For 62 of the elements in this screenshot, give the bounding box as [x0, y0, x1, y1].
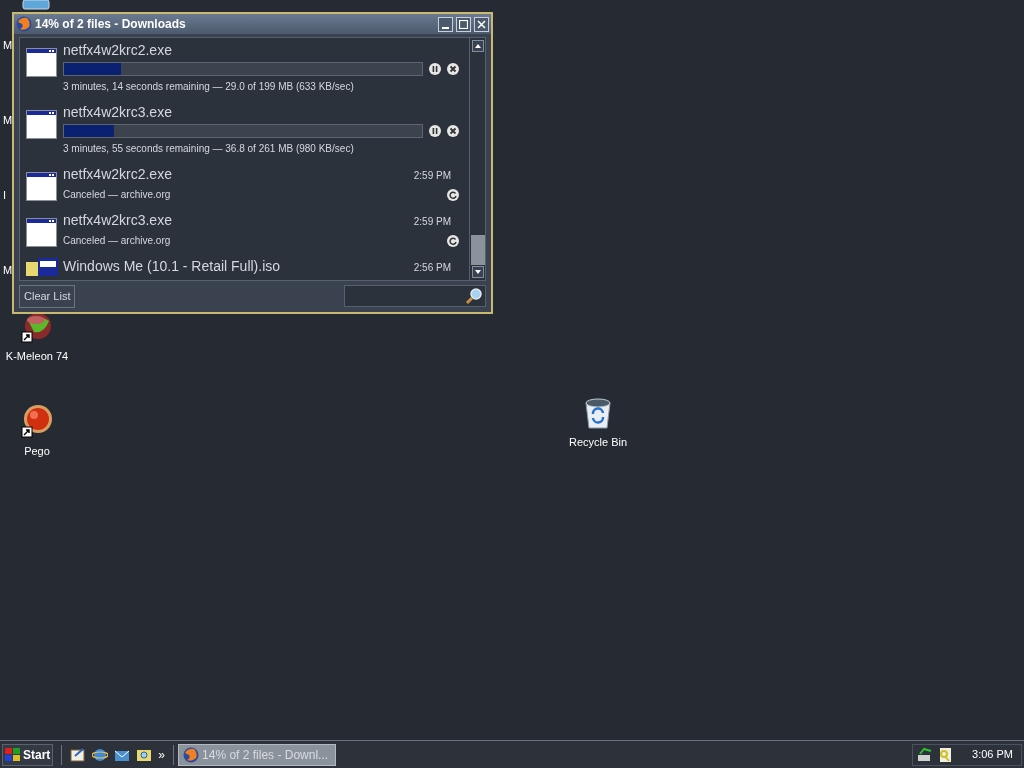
minimize-button[interactable]	[438, 16, 453, 32]
file-name: netfx4w2krc3.exe	[63, 211, 172, 230]
start-button[interactable]: Start	[2, 743, 54, 766]
download-status: 3 minutes, 14 seconds remaining — 29.0 of 199 MB (633 KB/sec)	[63, 80, 355, 94]
desktop-icon-label[interactable]: Pego	[24, 442, 50, 459]
file-name: netfx4w2krc2.exe	[63, 165, 172, 184]
retry-icon[interactable]	[447, 188, 459, 201]
window-title: 14% of 2 files - Downloads	[35, 16, 187, 33]
download-item[interactable]: netfx4w2krc2.exe 3 minutes, 14 seconds remaining — 29.0 of 199 MB (633 KB/sec)	[26, 40, 459, 102]
download-item[interactable]: netfx4w2krc3.exe 3 minutes, 55 seconds remaining — 36.8 of 261 MB (980 KB/sec)	[26, 102, 459, 164]
search-icon[interactable]	[465, 287, 483, 306]
file-name: netfx4w2krc2.exe	[63, 41, 172, 60]
clock: 3:06 PM	[972, 747, 1014, 763]
download-status: Canceled — archive.org	[63, 234, 171, 248]
scroll-up-icon[interactable]	[471, 40, 484, 52]
scroll-down-icon[interactable]	[471, 266, 484, 278]
download-item[interactable]: Windows Me (10.1 - Retail Full).iso 2:56 PM	[26, 256, 459, 276]
download-status: 3 minutes, 55 seconds remaining — 36.8 of 261 MB (980 KB/sec)	[63, 142, 355, 156]
file-name: Windows Me (10.1 - Retail Full).iso	[63, 257, 281, 276]
trash-bin-icon[interactable]	[583, 398, 613, 430]
disc-image-file-icon	[26, 258, 58, 276]
window-file-icon	[26, 218, 58, 248]
file-name: netfx4w2krc3.exe	[63, 103, 172, 122]
close-icon	[477, 19, 486, 29]
fox-globe-icon	[183, 746, 200, 763]
download-time: 2:59 PM	[413, 215, 452, 229]
download-time: 2:56 PM	[413, 261, 452, 275]
download-item[interactable]: netfx4w2krc2.exe 2:59 PM Canceled — archive.org	[26, 164, 459, 210]
fox-globe-icon	[16, 16, 32, 32]
maximize-button[interactable]	[456, 16, 471, 32]
minimize-icon	[442, 26, 449, 29]
close-icon[interactable]	[447, 63, 459, 75]
retry-icon[interactable]	[447, 234, 459, 247]
network-icon[interactable]	[917, 746, 933, 763]
clear-list-button[interactable]: Clear List	[19, 285, 76, 308]
window-file-icon	[26, 48, 58, 78]
toolbar-chevron[interactable]: »	[158, 745, 166, 764]
maximize-icon	[459, 19, 468, 29]
desktop-icon-label[interactable]: M	[3, 115, 13, 126]
download-time: 2:59 PM	[413, 169, 452, 183]
desktop-icon-label[interactable]: I	[3, 190, 7, 201]
desktop-icon-label[interactable]: K-Meleon 74	[5, 348, 69, 365]
close-button[interactable]	[474, 16, 489, 32]
scrollbar[interactable]	[469, 38, 485, 280]
windows-flag-icon	[5, 747, 21, 762]
computer-icon[interactable]	[22, 0, 50, 10]
browser-globe-icon[interactable]	[92, 746, 109, 763]
search-field[interactable]	[344, 285, 486, 308]
window-file-icon	[26, 110, 58, 140]
window-file-icon	[26, 172, 58, 202]
ball-shortcut-icon[interactable]	[20, 404, 54, 439]
download-item[interactable]: netfx4w2krc3.exe 2:59 PM Canceled — archive.org	[26, 210, 459, 256]
desktop-icon[interactable]	[70, 746, 87, 763]
desktop-icon-label[interactable]: M	[3, 265, 13, 276]
pause-icon[interactable]	[429, 125, 441, 137]
desktop-icon-label[interactable]: Recycle Bin	[568, 434, 628, 451]
desktop-icon-label[interactable]: M	[3, 40, 13, 51]
pause-icon[interactable]	[429, 63, 441, 75]
close-icon[interactable]	[447, 125, 459, 137]
scroll-thumb[interactable]	[470, 235, 485, 265]
download-status: Canceled — archive.org	[63, 188, 171, 202]
melon-shortcut-icon[interactable]	[20, 312, 54, 344]
